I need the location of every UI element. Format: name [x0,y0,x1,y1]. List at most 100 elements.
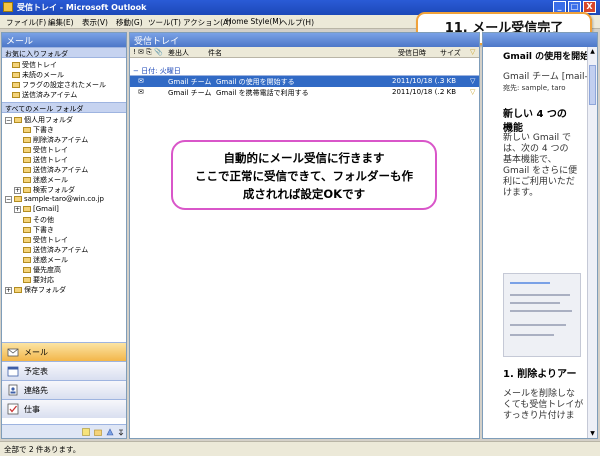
folder-tree-item[interactable]: + 検索フォルダ [5,185,126,195]
column-subject[interactable]: 件名 [208,48,222,58]
menu-actions[interactable]: アクション(A) [183,17,231,28]
menu-help[interactable]: ヘルプ(H) [280,17,314,28]
folder-tree-item[interactable]: 迷惑メール [5,255,126,265]
folder-icon [23,206,31,212]
folder-tree-item[interactable]: 迷惑メール [5,175,126,185]
folder-icon [23,217,31,223]
menu-edit[interactable]: 編集(E) [48,17,74,28]
expand-icon[interactable]: + [14,186,21,194]
message-row[interactable]: ✉ Gmail チーム Gmail の使用を開始する 2011/10/18 (.… [130,76,479,87]
message-list-pane: 受信トレイ ! ✉ ⎘ 📎 差出人 件名 受信日時 サイズ ▽ − 日付: 火曜… [129,32,480,439]
folder-tree-item[interactable]: − 個人用フォルダ [5,115,126,125]
notes-icon[interactable] [82,428,90,436]
message-date: 2011/10/18 (... [392,77,444,85]
folder-icon [23,147,31,153]
folder-tree-item[interactable]: − sample-taro@win.co.jp [5,195,126,205]
reading-subject: Gmail の使用を開始する [503,52,598,62]
configure-buttons-icon[interactable] [117,428,125,436]
close-button[interactable]: X [583,1,596,13]
column-received[interactable]: 受信日時 [398,48,426,58]
folder-icon [23,267,31,273]
folder-icon [12,72,20,78]
reading-body-line: けます。 [503,188,539,198]
folder-icon [14,117,22,123]
calendar-icon [7,366,19,377]
folder-list-icon[interactable] [94,428,102,436]
reading-from: Gmail チーム [mail-nor [503,72,598,82]
tasks-icon [7,403,19,415]
folder-icon [23,157,31,163]
flag-icon[interactable]: ▽ [470,88,475,96]
reading-body-line: 利にご利用いただ [503,177,575,187]
folder-tree-item[interactable]: 送信済みアイテム [5,245,126,255]
folder-tree: − 個人用フォルダ 下書き 削除済みアイテム 受信トレイ 送信トレイ 送信済みアイ… [2,113,126,295]
folder-icon [23,167,31,173]
scroll-up-icon[interactable]: ▲ [589,48,596,55]
menu-file[interactable]: ファイル(F) [6,17,46,28]
folder-tree-item[interactable]: 下書き [5,225,126,235]
instruction-balloon: 自動的にメール受信に行きます ここで正常に受信できて、フォルダーも作 成されれば… [171,140,437,210]
favorite-item[interactable]: フラグの設定されたメール [12,80,126,90]
navigation-pane: メール お気に入りフォルダ 受信トレイ 未読のメール フラグの設定されたメール … [1,32,127,439]
favorite-item[interactable]: 未読のメール [12,70,126,80]
folder-tree-item[interactable]: 下書き [5,125,126,135]
folder-tree-item[interactable]: 送信トレイ [5,155,126,165]
scrollbar-thumb[interactable] [589,65,596,105]
folder-tree-item[interactable]: + [Gmail] [5,205,126,215]
open-mail-icon: ✉ [138,77,144,85]
message-list-header: 受信トレイ [130,33,479,47]
favorite-item[interactable]: 送信済みアイテム [12,90,126,100]
folder-tree-item[interactable]: 受信トレイ [5,145,126,155]
flag-icon[interactable]: ▽ [470,77,475,85]
nav-calendar-button[interactable]: 予定表 [2,361,126,380]
folder-icon [23,177,31,183]
reading-body-line: は、次の 4 つの [503,144,569,154]
flag-column-icon[interactable]: ▽ [470,48,475,56]
reading-heading-line: 機能 [503,123,523,134]
folder-icon [23,237,31,243]
message-sender: Gmail チーム [168,89,212,97]
gmail-screenshot-image [503,273,581,357]
menu-view[interactable]: 表示(V) [82,17,108,28]
shortcuts-icon[interactable] [106,428,114,436]
message-size: 3 KB [440,77,457,85]
folder-tree-item[interactable]: + 保存フォルダ [5,285,126,295]
reading-pane-scrollbar[interactable]: ▲ ▼ [587,47,597,438]
favorites-section-label: お気に入りフォルダ [2,47,126,58]
nav-mail-button[interactable]: メール [2,342,126,361]
folder-tree-item[interactable]: 要対応 [5,275,126,285]
column-icons[interactable]: ! ✉ ⎘ 📎 [133,48,163,57]
folder-tree-item[interactable]: 送信済みアイテム [5,165,126,175]
collapse-icon[interactable]: − [5,116,12,124]
expand-icon[interactable]: + [14,205,21,213]
favorite-item[interactable]: 受信トレイ [12,60,126,70]
column-sender[interactable]: 差出人 [168,48,189,58]
nav-tasks-button[interactable]: 仕事 [2,399,126,418]
expand-icon[interactable]: + [5,286,12,294]
folder-icon [23,277,31,283]
menu-home-style[interactable]: Home Style(M) [226,17,282,26]
outlook-app-icon [3,2,13,12]
message-subject: Gmail を携帯電話で利用する [216,89,309,97]
collapse-icon[interactable]: − [5,195,12,203]
message-row[interactable]: ✉ Gmail チーム Gmail を携帯電話で利用する 2011/10/18 … [130,87,479,98]
folder-tree-item[interactable]: その他 [5,215,126,225]
message-size: 2 KB [440,88,457,96]
balloon-line: ここで正常に受信できて、フォルダーも作 [195,169,413,183]
menu-tools[interactable]: ツール(T) [148,17,181,28]
nav-contacts-button[interactable]: 連絡先 [2,380,126,399]
folder-tree-item[interactable]: 優先度高 [5,265,126,275]
folder-icon [12,82,20,88]
mail-icon [7,348,19,357]
scroll-down-icon[interactable]: ▼ [589,430,596,437]
date-group-header[interactable]: − 日付: 火曜日 [130,64,479,76]
reading-body-line: Gmail をさらに便 [503,166,578,176]
contacts-icon [8,384,18,396]
collapse-icon[interactable]: − [133,67,139,75]
menu-go[interactable]: 移動(G) [116,17,143,28]
column-size[interactable]: サイズ [440,48,461,58]
folder-tree-item[interactable]: 削除済みアイテム [5,135,126,145]
folder-tree-item[interactable]: 受信トレイ [5,235,126,245]
reading-body-line: すっきり片付けま [503,411,575,421]
reading-pane: Gmail の使用を開始する Gmail チーム [mail-nor 宛先: s… [482,32,598,439]
